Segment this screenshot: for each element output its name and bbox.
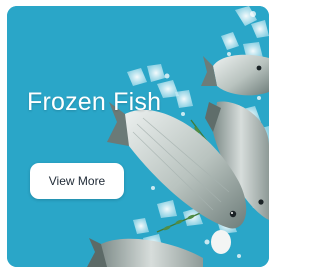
banner-background-image (7, 6, 269, 267)
view-more-button[interactable]: View More (30, 163, 124, 199)
page-frame: Frozen Fish View More (0, 0, 272, 270)
promo-banner-card[interactable]: Frozen Fish View More (7, 6, 269, 267)
banner-title: Frozen Fish (27, 88, 162, 116)
